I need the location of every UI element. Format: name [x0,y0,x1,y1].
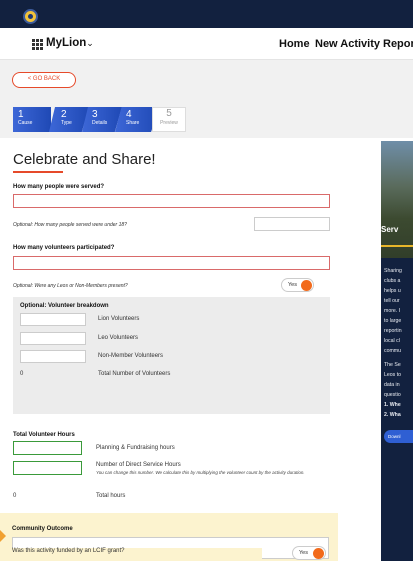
side-text-line: local cl [384,338,400,344]
direct-service-hours-note: You can change this number. We calculate… [96,470,305,475]
side-list-item: 2. Wha [384,412,401,418]
non-member-volunteers-input[interactable] [20,350,86,363]
breakdown-title: Optional: Volunteer breakdown [20,303,109,309]
total-volunteers-value: 0 [20,371,24,377]
under18-input[interactable] [254,217,330,231]
side-text-line: more. I [384,308,401,314]
leo-volunteers-label: Leo Volunteers [98,335,139,341]
toggle-label: Yes [299,550,308,556]
nav-new-activity[interactable]: New Activity [315,38,380,50]
step-number: 2 [61,109,67,120]
brand-menu[interactable]: MyLion⌄ [46,37,94,49]
main-nav: MyLion⌄ Home New Activity Report [0,28,413,60]
side-text-line: helps u [384,288,401,294]
step-number: 3 [92,109,98,120]
side-hero-image: Serv [381,141,413,271]
toggle-label: Yes [288,282,297,288]
planning-hours-input[interactable] [13,441,82,455]
top-bar [0,0,413,28]
step-number: 1 [18,109,24,120]
total-volunteers-label: Total Number of Volunteers [98,371,171,377]
side-text-line: The Se [384,362,401,368]
total-hours-label: Total hours [96,493,126,499]
download-button[interactable]: Downl [384,430,413,443]
pointer-arrow-icon [0,530,6,542]
planning-hours-label: Planning & Fundraising hours [96,445,175,451]
side-text-line: Sharing [384,268,402,274]
chevron-down-icon: ⌄ [86,38,94,48]
step-label: Share [126,120,140,126]
side-list-item: 1. Whe [384,402,401,408]
step-cause[interactable]: 1 Cause [13,107,51,132]
side-info-panel: Sharing clubs a helps u tell our more. I… [381,258,413,561]
side-text-line: clubs a [384,278,401,284]
volunteer-hours-label: Total Volunteer Hours [13,432,75,438]
leos-present-toggle[interactable]: Yes [281,278,314,292]
direct-service-hours-input[interactable] [13,461,82,475]
lcif-grant-label: Was this activity funded by an LCIF gran… [12,548,262,561]
side-text-line: data in [384,382,400,388]
side-text-line: commu [384,348,402,354]
lion-volunteers-label: Lion Volunteers [98,316,140,322]
step-label: Type [61,120,72,126]
lcif-grant-toggle[interactable]: Yes [292,546,326,560]
page-title: Celebrate and Share! [13,151,156,168]
leos-present-label: Optional: Were any Leos or Non-Members p… [13,283,128,289]
nav-home[interactable]: Home [279,38,310,50]
apps-grid-icon[interactable] [32,39,43,50]
toggle-knob [301,280,312,291]
step-label: Cause [18,120,33,126]
side-text-line: Leos to [384,372,402,378]
side-heading-underline [381,245,413,247]
non-member-volunteers-label: Non-Member Volunteers [98,353,164,359]
brand-label: MyLion [46,37,87,49]
side-text-line: to large [384,318,402,324]
community-outcome-label: Community Outcome [12,526,73,532]
lions-logo-icon[interactable] [23,9,38,24]
side-heading: Serv [381,225,399,234]
volunteers-input[interactable] [13,256,330,270]
people-served-label: How many people were served? [13,184,105,190]
people-served-input[interactable] [13,194,330,208]
step-number: 5 [166,108,172,119]
step-label: Preview [160,120,178,126]
leo-volunteers-input[interactable] [20,332,86,345]
lion-volunteers-input[interactable] [20,313,86,326]
volunteers-label: How many volunteers participated? [13,245,115,251]
step-label: Details [92,120,108,126]
title-underline [13,171,63,173]
side-text-line: reportin [384,328,402,334]
side-text-line: tell our [384,298,400,304]
go-back-button[interactable]: < GO BACK [12,72,76,88]
nav-report[interactable]: Report [383,38,413,50]
side-text-line: questio [384,392,401,398]
step-preview[interactable]: 5 Preview [152,107,186,132]
total-hours-value: 0 [13,493,17,499]
toggle-knob [313,548,324,559]
under18-label: Optional: How many people served were un… [13,222,127,228]
direct-service-hours-label: Number of Direct Service Hours [96,462,181,468]
